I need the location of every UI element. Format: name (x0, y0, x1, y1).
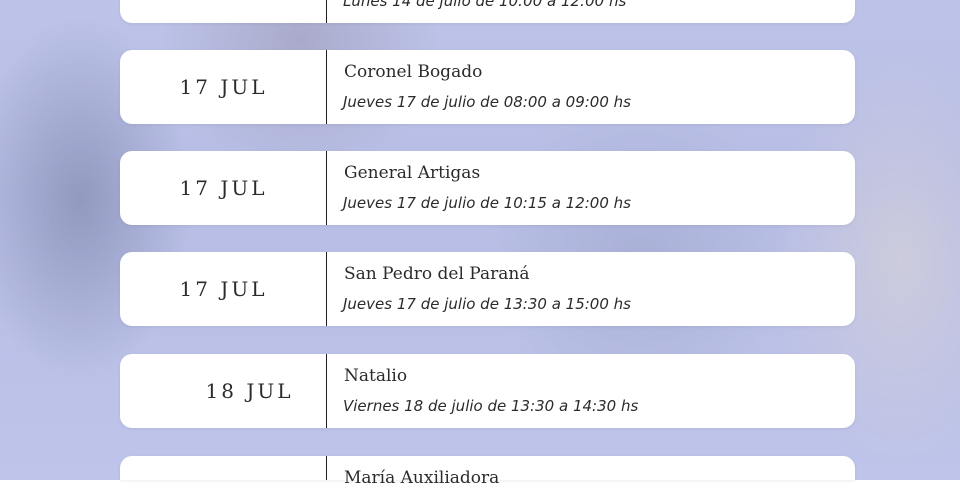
schedule-date (120, 456, 327, 480)
schedule-card: María Auxiliadora (120, 456, 855, 488)
schedule-place: Natalio (344, 366, 408, 386)
schedule-date: 17 JUL (179, 75, 268, 99)
schedule-place: María Auxiliadora (344, 468, 500, 488)
schedule-time: Jueves 17 de julio de 08:00 a 09:00 hs (343, 93, 631, 111)
card-divider (326, 151, 327, 225)
schedule-card: Lunes 14 de julio de 10:00 a 12:00 hs (120, 0, 855, 23)
schedule-date: 17 JUL (179, 277, 268, 301)
schedule-time: Lunes 14 de julio de 10:00 a 12:00 hs (343, 0, 627, 10)
schedule-place: General Artigas (344, 163, 481, 183)
schedule-time: Viernes 18 de julio de 13:30 a 14:30 hs (343, 397, 639, 415)
schedule-card: 17 JUL San Pedro del Paraná Jueves 17 de… (120, 252, 855, 326)
card-divider (326, 456, 327, 480)
schedule-date: 18 JUL (205, 379, 294, 403)
schedule-date (120, 0, 327, 23)
schedule-card: 17 JUL General Artigas Jueves 17 de juli… (120, 151, 855, 225)
schedule-date: 17 JUL (179, 176, 268, 200)
schedule-card: 17 JUL Coronel Bogado Jueves 17 de julio… (120, 50, 855, 124)
card-divider (326, 0, 327, 23)
schedule-time: Jueves 17 de julio de 10:15 a 12:00 hs (343, 194, 631, 212)
schedule-place: San Pedro del Paraná (344, 264, 530, 284)
card-divider (326, 354, 327, 428)
schedule-time: Jueves 17 de julio de 13:30 a 15:00 hs (343, 295, 631, 313)
schedule-place: Coronel Bogado (344, 62, 483, 82)
schedule-card: 18 JUL Natalio Viernes 18 de julio de 13… (120, 354, 855, 428)
card-divider (326, 50, 327, 124)
card-divider (326, 252, 327, 326)
